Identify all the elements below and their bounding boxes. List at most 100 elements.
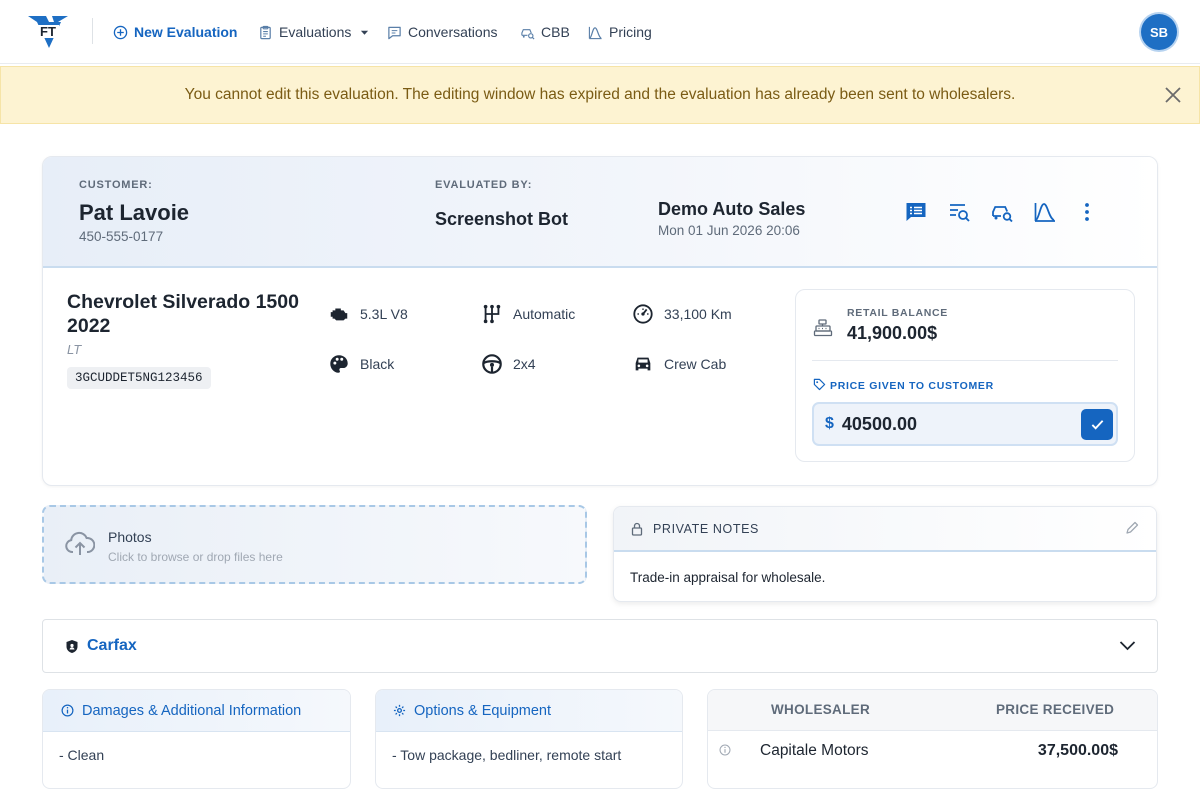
spec-drivetrain: 2x4 — [481, 353, 536, 375]
private-notes-header: PRIVATE NOTES — [614, 507, 1156, 552]
spec-engine-value: 5.3L V8 — [360, 306, 408, 322]
evaluation-card-header: CUSTOMER: Pat Lavoie 450-555-0177 EVALUA… — [43, 157, 1157, 268]
engine-icon — [330, 308, 348, 321]
spec-body-value: Crew Cab — [664, 356, 727, 372]
vehicle-trim: LT — [67, 342, 82, 357]
nav-cbb[interactable]: CBB — [520, 20, 570, 44]
price-given-label: PRICE GIVEN TO CUSTOMER — [830, 380, 994, 392]
edit-expired-alert: You cannot edit this evaluation. The edi… — [0, 66, 1200, 124]
spec-mileage-value: 33,100 Km — [664, 306, 732, 322]
nav-evaluations-dropdown[interactable]: Evaluations — [258, 20, 369, 44]
palette-icon — [330, 355, 348, 373]
price-tag-icon — [813, 378, 826, 391]
private-notes-body: Trade-in appraisal for wholesale. — [630, 570, 826, 585]
plus-circle-icon — [113, 25, 128, 39]
damages-panel-header: Damages & Additional Information — [43, 690, 350, 732]
photos-title: Photos — [108, 529, 152, 545]
cloud-upload-icon — [65, 532, 95, 555]
pricing-panel: RETAIL BALANCE 41,900.00$ PRICE GIVEN TO… — [795, 289, 1135, 462]
damages-body: - Clean — [59, 747, 105, 763]
price-given-input[interactable] — [841, 413, 1072, 435]
car-search-icon — [521, 28, 535, 39]
caret-down-icon — [361, 30, 369, 35]
spec-engine: 5.3L V8 — [328, 303, 408, 325]
wholesalers-table: WHOLESALER PRICE RECEIVED Capitale Motor… — [707, 689, 1158, 789]
options-body: - Tow package, bedliner, remote start — [392, 747, 622, 763]
column-wholesaler: WHOLESALER — [771, 702, 870, 717]
conversation-action-button[interactable] — [904, 200, 928, 224]
gear-icon — [393, 704, 406, 717]
photos-dropzone[interactable]: Photos Click to browse or drop files her… — [42, 505, 587, 584]
options-panel-header: Options & Equipment — [376, 690, 682, 732]
customer-name: Pat Lavoie — [79, 200, 190, 225]
table-row[interactable]: Capitale Motors 37,500.00$ — [708, 731, 1157, 771]
top-navbar: FT New Evaluation Evaluations Conversati… — [0, 0, 1200, 64]
speedometer-icon — [633, 304, 653, 324]
kebab-menu-icon — [1085, 203, 1089, 221]
cbb-action-button[interactable] — [990, 200, 1014, 224]
nav-conversations-label: Conversations — [408, 24, 498, 40]
confirm-price-button[interactable] — [1081, 409, 1113, 440]
bell-curve-icon — [1034, 203, 1055, 222]
vehicle-year: 2022 — [67, 315, 111, 337]
nav-pricing-label: Pricing — [609, 24, 652, 40]
chat-icon — [388, 26, 401, 39]
photos-subtitle: Click to browse or drop files here — [108, 550, 283, 564]
spec-body: Crew Cab — [632, 353, 726, 375]
nav-new-evaluation-label: New Evaluation — [134, 24, 238, 40]
nav-evaluations-label: Evaluations — [279, 24, 352, 40]
customer-phone: 450-555-0177 — [79, 229, 164, 244]
nav-cbb-label: CBB — [541, 24, 570, 40]
private-notes-title: PRIVATE NOTES — [653, 522, 759, 536]
spec-color-value: Black — [360, 356, 395, 372]
svg-text:FT: FT — [40, 24, 56, 39]
wholesalers-table-header: WHOLESALER PRICE RECEIVED — [708, 690, 1157, 731]
spec-transmission: Automatic — [481, 303, 575, 325]
gearshift-icon — [483, 304, 501, 324]
pricing-action-button[interactable] — [1033, 200, 1057, 224]
close-icon[interactable] — [1163, 85, 1183, 105]
car-front-icon — [635, 357, 651, 371]
carfax-title: Carfax — [87, 637, 137, 654]
clipboard-icon — [260, 25, 271, 39]
evaluation-card: CUSTOMER: Pat Lavoie 450-555-0177 EVALUA… — [42, 156, 1158, 486]
options-panel: Options & Equipment - Tow package, bedli… — [375, 689, 683, 789]
spec-mileage: 33,100 Km — [632, 303, 732, 325]
dealer-name: Demo Auto Sales — [658, 199, 806, 219]
carfax-accordion[interactable]: Carfax — [42, 619, 1158, 673]
nav-new-evaluation[interactable]: New Evaluation — [113, 20, 237, 44]
evaluated-by-label: EVALUATED BY: — [435, 179, 533, 191]
price-given-input-group: $ — [812, 402, 1118, 446]
check-icon — [1091, 420, 1103, 430]
wholesaler-name: Capitale Motors — [760, 742, 869, 759]
options-title: Options & Equipment — [414, 703, 552, 719]
vehicle-vin: 3GCUDDET5NG123456 — [67, 367, 211, 389]
lock-icon — [631, 522, 643, 536]
private-notes-card: PRIVATE NOTES Trade-in appraisal for who… — [613, 506, 1157, 602]
brand-logo[interactable]: FT — [28, 14, 70, 50]
info-circle-icon[interactable] — [719, 744, 731, 756]
search-list-action-button[interactable] — [947, 200, 971, 224]
alert-message: You cannot edit this evaluation. The edi… — [184, 86, 1016, 103]
more-options-button[interactable] — [1075, 200, 1099, 224]
cash-register-icon — [813, 319, 833, 337]
list-search-icon — [950, 204, 970, 222]
vehicle-make-model: Chevrolet Silverado 1500 — [67, 291, 299, 313]
evaluation-date: Mon 01 Jun 2026 20:06 — [658, 223, 800, 238]
nav-pricing[interactable]: Pricing — [588, 20, 652, 44]
nav-divider — [92, 18, 93, 44]
spec-drivetrain-value: 2x4 — [513, 356, 536, 372]
nav-conversations[interactable]: Conversations — [387, 20, 498, 44]
vehicle-title: Chevrolet Silverado 1500 2022 — [67, 290, 299, 338]
retail-balance-value: 41,900.00$ — [847, 323, 938, 343]
wholesaler-price: 37,500.00$ — [1037, 742, 1118, 759]
chevron-down-icon — [1119, 641, 1136, 651]
customer-label: CUSTOMER: — [79, 179, 153, 191]
retail-balance-label: RETAIL BALANCE — [847, 307, 948, 319]
user-avatar[interactable]: SB — [1141, 14, 1177, 50]
message-list-icon — [906, 203, 926, 221]
pencil-icon[interactable] — [1125, 521, 1139, 535]
evaluator-name: Screenshot Bot — [435, 209, 569, 229]
column-price-received: PRICE RECEIVED — [996, 702, 1115, 717]
spec-color: Black — [328, 353, 394, 375]
